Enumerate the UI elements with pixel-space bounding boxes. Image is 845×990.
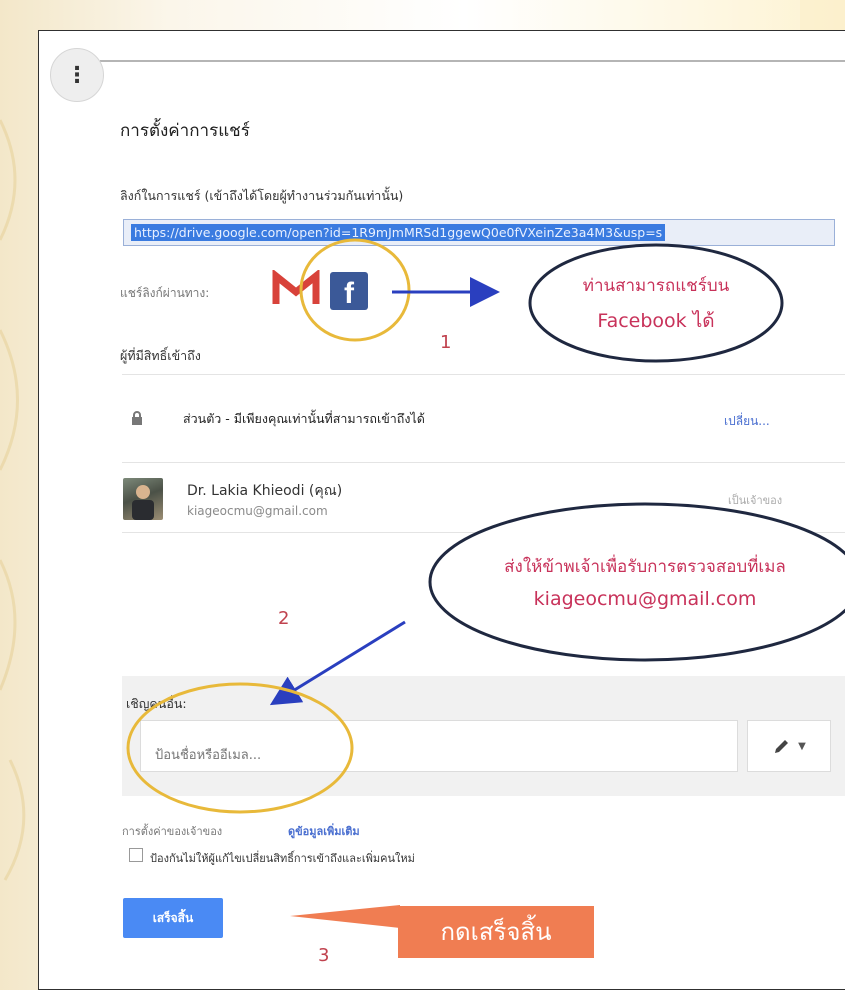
- access-divider-middle: [122, 462, 845, 463]
- more-options-button[interactable]: ⋮: [50, 48, 104, 102]
- owner-name: Dr. Lakia Khieodi (คุณ): [187, 483, 343, 499]
- share-link-text: https://drive.google.com/open?id=1R9mJmM…: [131, 224, 666, 241]
- access-level-text: ส่วนตัว - มีเพียงคุณเท่านั้นที่สามารถเข้…: [183, 411, 425, 426]
- facebook-note-line1: ท่านสามารถแชร์บน: [582, 276, 730, 296]
- facebook-icon[interactable]: f: [330, 272, 368, 310]
- gmail-icon[interactable]: [272, 270, 320, 308]
- access-divider-top: [122, 374, 845, 375]
- email-note-line1: ส่งให้ข้าพเจ้าเพื่อรับการตรวจสอบที่เมล: [504, 557, 786, 577]
- share-link-label: ลิงก์ในการแชร์ (เข้าถึงได้โดยผู้ทำงานร่ว…: [120, 188, 404, 203]
- share-link-field[interactable]: https://drive.google.com/open?id=1R9mJmM…: [123, 219, 835, 246]
- owner-role: เป็นเจ้าของ: [728, 494, 783, 507]
- step-number-2: 2: [278, 608, 290, 629]
- lock-icon: [132, 411, 142, 425]
- dialog-title: การตั้งค่าการแชร์: [120, 121, 250, 141]
- done-callout: กดเสร็จสิ้น: [398, 906, 594, 958]
- share-via-label: แชร์ลิงก์ผ่านทาง:: [120, 286, 210, 300]
- pencil-icon: [775, 740, 789, 753]
- done-button[interactable]: เสร็จสิ้น: [123, 898, 223, 938]
- email-note-line2: kiageocmu@gmail.com: [533, 588, 757, 610]
- facebook-note-line2: Facebook ได้: [597, 310, 715, 332]
- more-vert-icon: ⋮: [66, 62, 88, 88]
- chevron-down-icon: ▼: [798, 740, 806, 752]
- step-number-1: 1: [440, 332, 452, 353]
- invite-label: เชิญคนอื่น:: [126, 696, 187, 711]
- more-info-link[interactable]: ดูข้อมูลเพิ่มเติม: [288, 822, 360, 840]
- owner-email: kiageocmu@gmail.com: [187, 504, 328, 518]
- prevent-editors-label: ป้องกันไม่ให้ผู้แก้ไขเปลี่ยนสิทธิ์การเข้…: [150, 852, 415, 865]
- owner-settings-label: การตั้งค่าของเจ้าของ: [122, 825, 223, 838]
- invite-input[interactable]: [140, 720, 738, 772]
- step-number-3: 3: [318, 945, 330, 966]
- access-divider-bottom: [122, 532, 845, 533]
- avatar: [123, 478, 163, 520]
- who-has-access-label: ผู้ที่มีสิทธิ์เข้าถึง: [120, 348, 201, 363]
- permission-dropdown-button[interactable]: ▼: [747, 720, 831, 772]
- prevent-editors-checkbox[interactable]: [129, 848, 143, 862]
- change-access-link[interactable]: เปลี่ยน...: [724, 412, 770, 431]
- dialog-top-divider: [100, 60, 845, 62]
